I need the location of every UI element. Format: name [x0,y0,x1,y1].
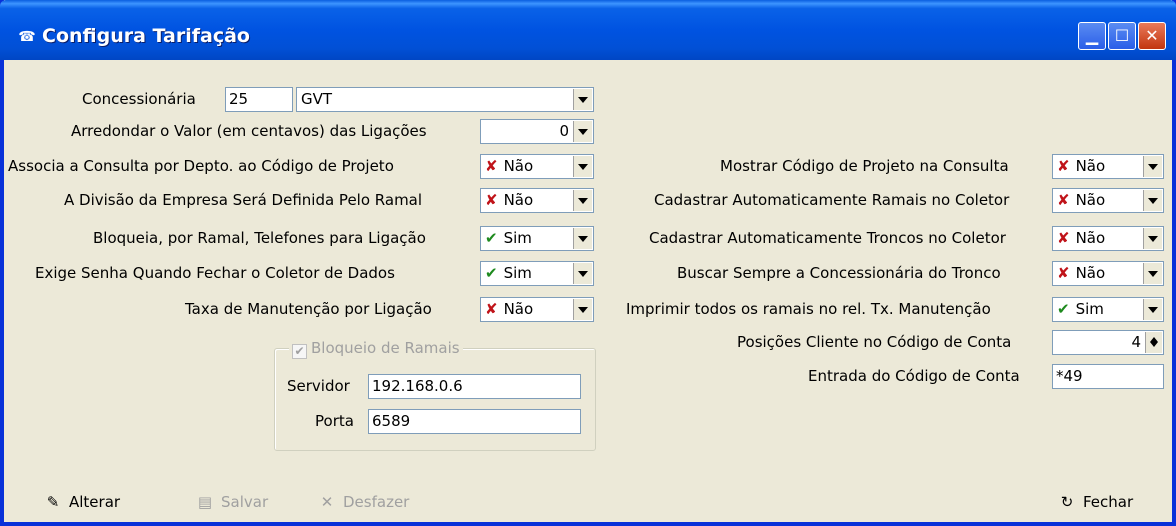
mostrar-codigo-value: Não [1075,157,1106,175]
app-icon: ☎ [18,29,36,45]
associa-consulta-label: Associa a Consulta por Depto. ao Código … [8,157,394,175]
alterar-label: Alterar [69,493,121,511]
chevron-down-icon[interactable] [573,190,592,211]
chevron-down-icon[interactable] [1143,228,1162,249]
spin-buttons[interactable] [1145,332,1162,353]
maximize-icon: ☐ [1114,26,1130,45]
desfazer-button[interactable]: ✕ Desfazer [316,489,410,515]
entrada-codigo-label: Entrada do Código de Conta [808,367,1020,385]
chevron-down-icon[interactable] [573,299,592,320]
buscar-concessionaria-label: Buscar Sempre a Concessionária do Tronco [677,264,1001,282]
cadastrar-troncos-select[interactable]: ✘ Não [1052,226,1164,251]
entrada-codigo-input[interactable]: *49 [1052,364,1164,389]
chevron-down-icon[interactable] [573,156,592,177]
x-mark-icon: ✘ [1057,191,1070,209]
check-mark-icon: ✔ [1057,300,1070,318]
chevron-down-icon[interactable] [573,263,592,284]
maximize-button[interactable]: ☐ [1108,22,1136,50]
cadastrar-ramais-label: Cadastrar Automaticamente Ramais no Cole… [654,191,1010,209]
cadastrar-ramais-select[interactable]: ✘ Não [1052,188,1164,213]
taxa-manutencao-label: Taxa de Manutenção por Ligação [185,300,432,318]
servidor-input[interactable]: 192.168.0.6 [368,374,581,399]
chevron-down-icon[interactable] [573,228,592,249]
arredondar-label: Arredondar o Valor (em centavos) das Lig… [71,122,427,140]
concessionaria-name-value: GVT [301,90,333,108]
x-mark-icon: ✘ [1057,229,1070,247]
arredondar-select[interactable]: 0 [480,119,594,144]
buscar-concessionaria-value: Não [1075,264,1106,282]
concessionaria-code-input[interactable]: 25 [225,87,293,112]
desfazer-label: Desfazer [343,493,410,511]
bloqueia-ramal-value: Sim [503,229,532,247]
minimize-icon: ▁ [1085,26,1099,45]
cadastrar-troncos-value: Não [1075,229,1106,247]
refresh-icon: ↻ [1060,493,1074,511]
porta-label: Porta [315,412,354,430]
close-icon: ✕ [1145,26,1159,45]
alterar-button[interactable]: ✎ Alterar [42,489,120,515]
associa-consulta-value: Não [503,157,534,175]
salvar-button[interactable]: ▤ Salvar [194,489,268,515]
edit-icon: ✎ [46,493,60,511]
fechar-button[interactable]: ↻ Fechar [1056,489,1133,515]
exige-senha-label: Exige Senha Quando Fechar o Coletor de D… [35,264,395,282]
fechar-label: Fechar [1083,493,1134,511]
cadastrar-troncos-label: Cadastrar Automaticamente Troncos no Col… [649,229,1006,247]
undo-icon: ✕ [320,493,334,511]
arredondar-value: 0 [559,122,569,140]
porta-input[interactable]: 6589 [368,409,581,434]
chevron-down-icon[interactable] [1143,190,1162,211]
spin-down-icon[interactable] [1146,342,1162,352]
posicoes-cliente-value: 4 [1131,333,1141,351]
x-mark-icon: ✘ [485,157,498,175]
bloqueia-ramal-select[interactable]: ✔ Sim [480,226,594,251]
cadastrar-ramais-value: Não [1075,191,1106,209]
mostrar-codigo-label: Mostrar Código de Projeto na Consulta [720,157,1009,175]
concessionaria-label: Concessionária [82,90,196,108]
posicoes-cliente-spinner[interactable]: 4 [1052,330,1164,355]
servidor-label: Servidor [287,377,350,395]
chevron-down-icon[interactable] [1143,156,1162,177]
imprimir-ramais-value: Sim [1075,300,1104,318]
spin-up-icon[interactable] [1146,332,1162,342]
buscar-concessionaria-select[interactable]: ✘ Não [1052,261,1164,286]
save-icon: ▤ [197,493,213,511]
bloqueio-ramais-group: ✔ Bloqueio de Ramais [274,337,596,451]
imprimir-ramais-select[interactable]: ✔ Sim [1052,297,1164,322]
exige-senha-value: Sim [503,264,532,282]
x-mark-icon: ✘ [485,300,498,318]
configura-tarifacao-window: ☎ Configura Tarifação ▁ ☐ ✕ Concessionár… [0,0,1176,526]
divisao-empresa-value: Não [503,191,534,209]
divisao-empresa-label: A Divisão da Empresa Será Definida Pelo … [64,191,423,209]
concessionaria-name-select[interactable]: GVT [296,87,594,112]
minimize-button[interactable]: ▁ [1078,22,1106,50]
check-mark-icon: ✔ [485,264,498,282]
taxa-manutencao-value: Não [503,300,534,318]
bloqueia-ramal-label: Bloqueia, por Ramal, Telefones para Liga… [93,229,426,247]
window-title: Configura Tarifação [42,25,250,47]
imprimir-ramais-label: Imprimir todos os ramais no rel. Tx. Man… [626,300,991,318]
bloqueio-ramais-title: Bloqueio de Ramais [311,339,460,357]
x-mark-icon: ✘ [1057,157,1070,175]
x-mark-icon: ✘ [485,191,498,209]
close-button[interactable]: ✕ [1138,22,1166,50]
bloqueio-ramais-header[interactable]: ✔ Bloqueio de Ramais [289,337,463,359]
associa-consulta-select[interactable]: ✘ Não [480,154,594,179]
posicoes-cliente-label: Posições Cliente no Código de Conta [737,333,1012,351]
title-bar[interactable]: ☎ Configura Tarifação ▁ ☐ ✕ [0,0,1176,60]
check-mark-icon: ✔ [485,229,498,247]
x-mark-icon: ✘ [1057,264,1070,282]
chevron-down-icon[interactable] [1143,299,1162,320]
chevron-down-icon[interactable] [573,121,592,142]
exige-senha-select[interactable]: ✔ Sim [480,261,594,286]
taxa-manutencao-select[interactable]: ✘ Não [480,297,594,322]
chevron-down-icon[interactable] [573,89,592,110]
chevron-down-icon[interactable] [1143,263,1162,284]
divisao-empresa-select[interactable]: ✘ Não [480,188,594,213]
bloqueio-ramais-checkbox[interactable]: ✔ [292,344,307,359]
salvar-label: Salvar [221,493,269,511]
mostrar-codigo-select[interactable]: ✘ Não [1052,154,1164,179]
